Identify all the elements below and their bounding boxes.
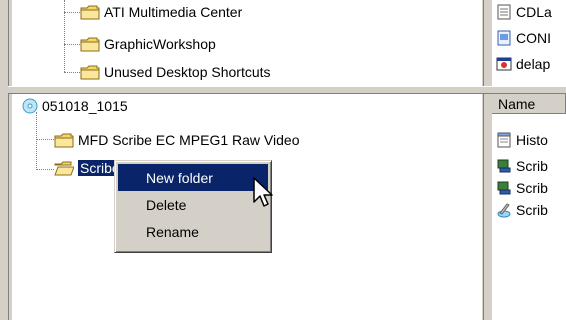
list-item-label: CONI [516, 30, 551, 46]
list-item-label: Scrib [516, 158, 548, 174]
folder-icon [54, 133, 74, 148]
list-item[interactable]: Scrib [496, 200, 548, 220]
tree-item-label: Unused Desktop Shortcuts [104, 64, 271, 80]
folder-icon [80, 65, 100, 80]
tree-connector [64, 44, 80, 45]
computer-icon [497, 181, 511, 195]
tree-item-graphicworkshop[interactable]: GraphicWorkshop [80, 34, 216, 54]
tree-connector [36, 139, 54, 140]
application-icon [496, 57, 512, 71]
tree-item-label: ATI Multimedia Center [104, 4, 243, 20]
tree-item-ati-multimedia-center[interactable]: ATI Multimedia Center [80, 2, 242, 22]
list-item-label: delap [516, 56, 551, 72]
tree-connector [64, 0, 65, 72]
list-item[interactable]: Scrib [496, 156, 548, 176]
tree-connector [64, 12, 80, 13]
tree-item-unused-desktop-shortcuts[interactable]: Unused Desktop Shortcuts [80, 62, 271, 82]
menu-item-label: Delete [146, 196, 187, 213]
notepad-icon [497, 132, 511, 148]
folder-open-icon [54, 161, 74, 176]
tree-item-label: 051018_1015 [42, 98, 128, 114]
tree-item-mfd-scribe-ec-mpeg1-raw-video[interactable]: MFD Scribe EC MPEG1 Raw Video [54, 130, 299, 150]
text-file-icon [497, 4, 511, 20]
tree-connector [36, 169, 54, 170]
list-item[interactable]: CDLa [496, 2, 552, 22]
top-folder-tree-pane: ATI Multimedia Center GraphicWorkshop Un… [12, 0, 482, 86]
mouse-pointer-icon [253, 177, 273, 207]
menu-item-label: New folder [146, 169, 213, 186]
folder-icon [80, 5, 100, 20]
list-item-label: Histo [516, 132, 548, 148]
computer-icon [497, 159, 511, 173]
menu-item-new-folder[interactable]: New folder [118, 164, 268, 191]
list-item-label: Scrib [516, 180, 548, 196]
list-item-label: Scrib [516, 202, 548, 218]
list-item[interactable]: delap [496, 54, 550, 74]
column-header-name[interactable]: Name [492, 94, 566, 114]
cd-shortcut-icon [497, 203, 511, 218]
bottom-file-list-pane: Name Histo Scrib Scrib Scrib [492, 94, 566, 320]
tree-connector [36, 112, 37, 170]
column-header-label: Name [498, 95, 536, 112]
folder-icon [80, 37, 100, 52]
list-item[interactable]: Histo [496, 130, 548, 150]
config-file-icon [497, 30, 511, 46]
top-file-list-pane: CDLa CONI delap [492, 0, 566, 86]
cd-drive-icon [22, 98, 38, 114]
list-item-label: CDLa [516, 4, 552, 20]
tree-item-label: MFD Scribe EC MPEG1 Raw Video [78, 132, 300, 148]
horizontal-splitter[interactable] [8, 86, 566, 94]
tree-root-051018-1015[interactable]: 051018_1015 [22, 96, 128, 116]
context-menu: New folder Delete Rename [114, 160, 272, 253]
tree-item-label: GraphicWorkshop [104, 36, 216, 52]
menu-item-label: Rename [146, 223, 199, 240]
menu-item-delete[interactable]: Delete [118, 191, 268, 218]
explorer-window: ATI Multimedia Center GraphicWorkshop Un… [0, 0, 566, 320]
menu-item-rename[interactable]: Rename [118, 218, 268, 245]
window-left-border [0, 0, 9, 320]
tree-connector [64, 72, 80, 73]
list-item[interactable]: Scrib [496, 178, 548, 198]
list-item[interactable]: CONI [496, 28, 551, 48]
